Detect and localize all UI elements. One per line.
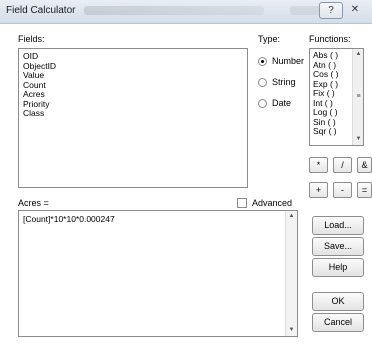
type-radio-date[interactable]: Date xyxy=(258,98,291,108)
expression-input[interactable]: [Count]*10*10*0.000247 ▲ ▼ xyxy=(18,210,298,337)
checkbox-icon[interactable] xyxy=(237,198,247,208)
window-title: Field Calculator xyxy=(6,5,76,16)
field-item-class[interactable]: Class xyxy=(23,108,243,119)
blurred-title-text xyxy=(84,6,264,15)
radio-selected-icon[interactable] xyxy=(258,56,267,66)
scroll-thumb-grip-icon[interactable]: ≡ xyxy=(354,93,363,101)
help-button[interactable]: Help xyxy=(312,258,364,277)
type-radio-number[interactable]: Number xyxy=(258,56,304,66)
multiply-button[interactable]: * xyxy=(309,157,328,173)
title-bar[interactable]: Field Calculator ? ✕ xyxy=(0,0,372,24)
fields-list[interactable]: OID ObjectID Value Count Acres Priority … xyxy=(18,48,248,188)
expression-label: Acres = xyxy=(18,198,49,208)
divide-button[interactable]: / xyxy=(333,157,352,173)
save-button[interactable]: Save... xyxy=(312,237,364,256)
scroll-up-arrow-icon[interactable]: ▲ xyxy=(354,50,363,59)
plus-button[interactable]: + xyxy=(309,182,328,198)
type-label: Type: xyxy=(258,34,281,44)
field-calculator-dialog: Field Calculator ? ✕ Fields: OID ObjectI… xyxy=(0,0,372,347)
advanced-checkbox[interactable]: Advanced xyxy=(237,198,292,208)
ampersand-button[interactable]: & xyxy=(357,157,372,173)
close-icon[interactable]: ✕ xyxy=(345,2,365,19)
type-string-label: String xyxy=(272,77,296,87)
fields-label: Fields: xyxy=(18,34,45,44)
radio-icon[interactable] xyxy=(258,77,267,87)
type-radio-string[interactable]: String xyxy=(258,77,296,87)
field-item-oid[interactable]: OID xyxy=(23,51,243,62)
field-item-acres[interactable]: Acres xyxy=(23,89,243,100)
equals-button[interactable]: = xyxy=(357,182,372,198)
cancel-button[interactable]: Cancel xyxy=(312,313,364,332)
functions-list[interactable]: Abs ( ) Atn ( ) Cos ( ) Exp ( ) Fix ( ) … xyxy=(309,48,364,146)
field-item-value[interactable]: Value xyxy=(23,70,243,81)
expression-scrollbar[interactable]: ▲ ▼ xyxy=(285,211,297,336)
scroll-down-arrow-icon[interactable]: ▼ xyxy=(287,326,296,335)
type-date-label: Date xyxy=(272,98,292,108)
functions-label: Functions: xyxy=(309,34,351,44)
ok-button[interactable]: OK xyxy=(312,292,364,311)
load-button[interactable]: Load... xyxy=(312,216,364,235)
type-number-label: Number xyxy=(272,56,305,66)
field-item-objectid[interactable]: ObjectID xyxy=(23,61,243,72)
field-item-priority[interactable]: Priority xyxy=(23,99,243,110)
functions-scrollbar[interactable]: ▲ ≡ ▼ xyxy=(352,49,363,145)
help-title-button[interactable]: ? xyxy=(319,2,343,19)
radio-icon[interactable] xyxy=(258,98,267,108)
advanced-label: Advanced xyxy=(252,198,293,208)
minus-button[interactable]: - xyxy=(333,182,352,198)
field-item-count[interactable]: Count xyxy=(23,80,243,91)
scroll-up-arrow-icon[interactable]: ▲ xyxy=(287,212,296,221)
expression-text[interactable]: [Count]*10*10*0.000247 xyxy=(23,214,293,224)
scroll-down-arrow-icon[interactable]: ▼ xyxy=(354,135,363,144)
